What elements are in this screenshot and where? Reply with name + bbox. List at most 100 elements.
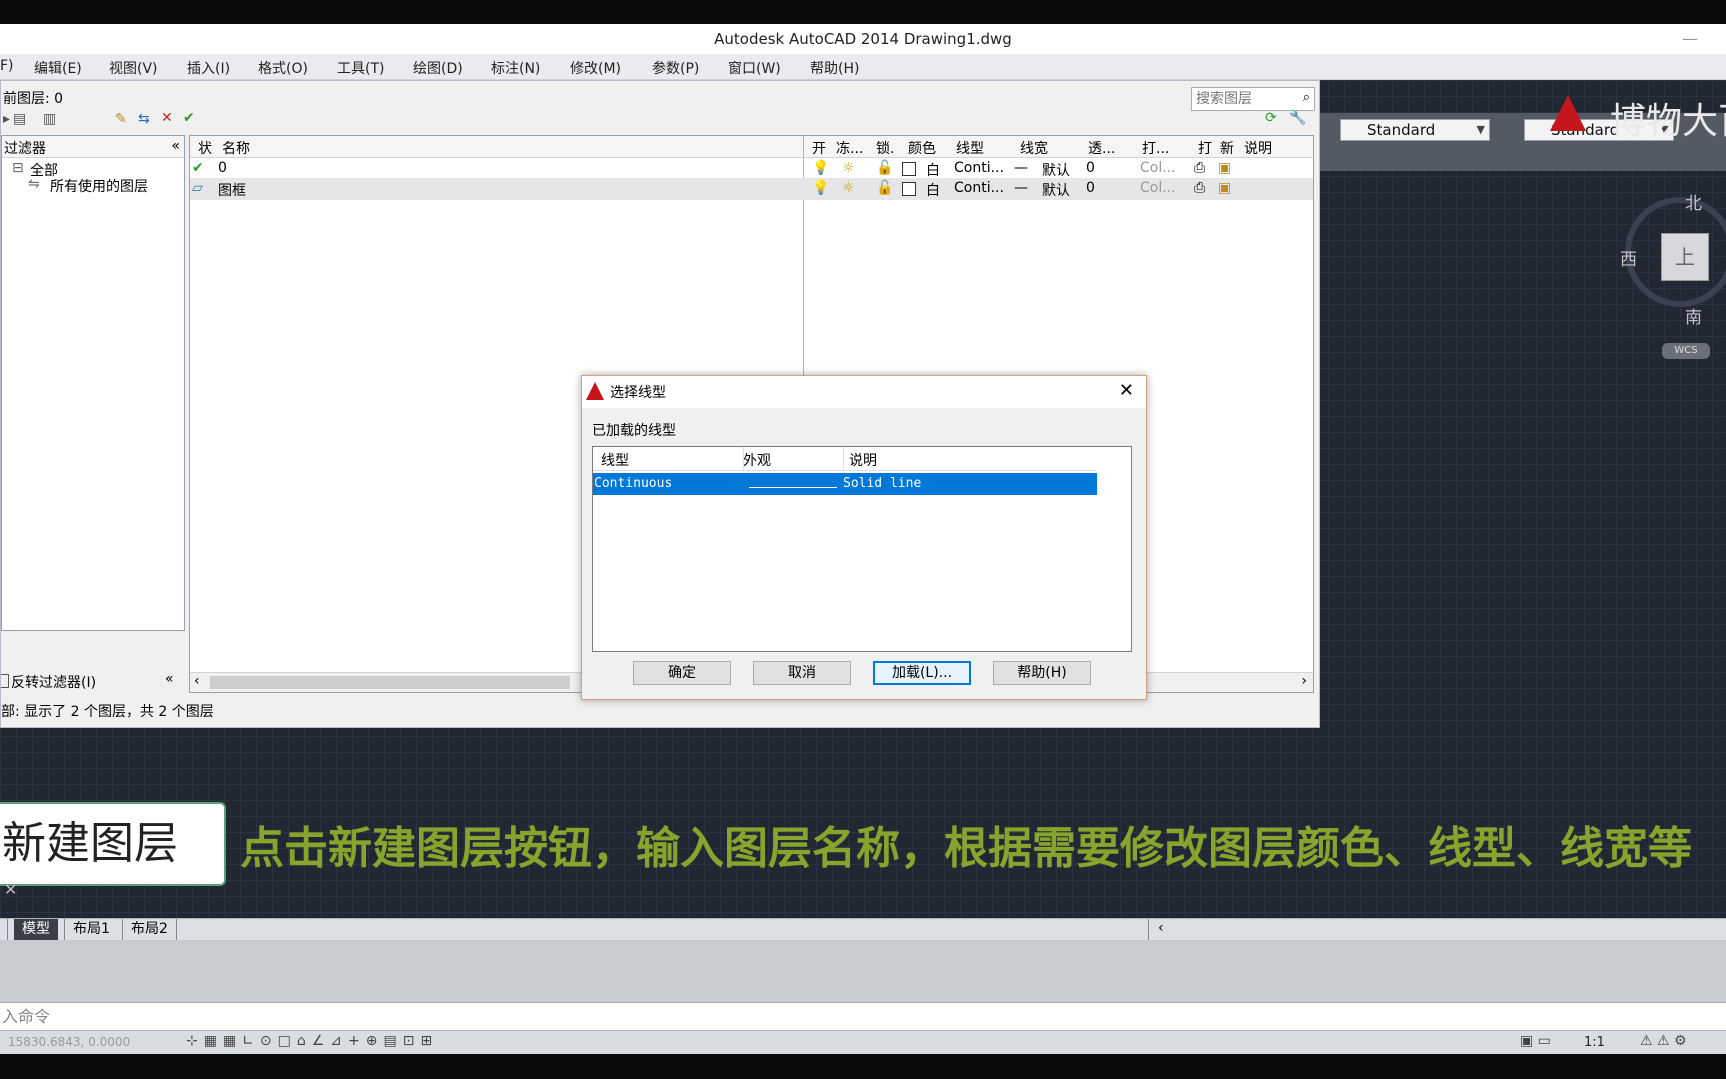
compass-west: 西	[1620, 250, 1637, 270]
layer-name[interactable]: 图框	[218, 180, 246, 200]
menu-help[interactable]: 帮助(H)	[810, 58, 859, 78]
sun-icon[interactable]: ☼	[842, 180, 855, 196]
new-layer-icon[interactable]: ✎	[115, 111, 127, 127]
refresh-icon[interactable]: ⟳	[1265, 110, 1277, 126]
menu-file[interactable]: F)	[0, 58, 14, 74]
color-swatch[interactable]	[902, 162, 916, 176]
col-lineweight[interactable]: 线宽	[1020, 138, 1048, 158]
layer-lineweight[interactable]: 默认	[1042, 180, 1070, 200]
ok-button[interactable]: 确定	[633, 661, 731, 685]
settings-icon[interactable]: 🔧	[1289, 110, 1306, 126]
color-swatch[interactable]	[902, 182, 916, 196]
viewcube[interactable]: 上 北 西 南	[1620, 194, 1726, 328]
command-prompt: 入命令	[2, 1007, 51, 1026]
layer-linetype[interactable]: Conti...	[954, 160, 1004, 176]
menu-parameters[interactable]: 参数(P)	[652, 58, 699, 78]
filter-item-used[interactable]: ⇋ 所有使用的图层	[2, 174, 184, 196]
menu-format[interactable]: 格式(O)	[258, 58, 308, 78]
linetype-list[interactable]: 线型 外观 说明 Continuous Solid line	[592, 446, 1132, 652]
layer-transparency[interactable]: 0	[1086, 180, 1095, 196]
new-vp-freeze-icon[interactable]: ▣	[1218, 160, 1231, 176]
layer-status-text: 部: 显示了 2 个图层，共 2 个图层	[1, 704, 214, 720]
unlock-icon[interactable]: 🔓	[876, 180, 893, 196]
col-lock[interactable]: 锁.	[876, 138, 894, 158]
col-description[interactable]: 说明	[849, 450, 877, 470]
command-history-area	[0, 940, 1726, 1002]
new-vp-freeze-icon[interactable]: ▣	[1218, 180, 1231, 196]
layer-states-icon[interactable]: ▥	[43, 111, 56, 127]
layer-name[interactable]: 0	[218, 160, 227, 176]
workspace-icons[interactable]: ⚠ ⚠ ⚙	[1640, 1033, 1687, 1049]
scroll-left-icon[interactable]: ‹	[194, 673, 200, 689]
layer-row-0[interactable]: ✔ 0 💡 ☼ 🔓 白 Conti... — 默认 0 Col... ⎙ ▣	[190, 158, 1313, 180]
linetype-list-header: 线型 外观 说明	[593, 447, 1097, 471]
menu-edit[interactable]: 编辑(E)	[34, 58, 82, 78]
col-plot-style[interactable]: 打...	[1142, 138, 1169, 158]
menu-modify[interactable]: 修改(M)	[570, 58, 621, 78]
new-property-filter-icon[interactable]: ▸	[3, 111, 10, 127]
tab-model[interactable]: 模型	[14, 919, 58, 940]
layer-search-input[interactable]	[1192, 88, 1292, 110]
layer-list-header: 状 名称 开 冻... 锁. 颜色 线型 线宽 透... 打... 打 新 说明	[190, 136, 1313, 158]
col-appearance[interactable]: 外观	[743, 450, 771, 470]
menu-view[interactable]: 视图(V)	[109, 58, 158, 78]
close-icon[interactable]: ✕	[1119, 380, 1134, 401]
tab-nav[interactable]	[0, 919, 8, 940]
drafting-toggles-icon[interactable]: ⊹▦▦∟⊙□⌂∠⊿+⊕▤⊡⊞	[186, 1033, 438, 1049]
col-transparency[interactable]: 透...	[1088, 138, 1115, 158]
lightbulb-on-icon[interactable]: 💡	[812, 160, 829, 176]
col-linetype[interactable]: 线型	[956, 138, 984, 158]
minimize-button[interactable]: —	[1682, 24, 1698, 54]
layer-color[interactable]: 白	[926, 160, 940, 180]
col-on[interactable]: 开	[812, 138, 826, 158]
scroll-right-icon[interactable]: ›	[1301, 673, 1307, 689]
layer-linetype[interactable]: Conti...	[954, 180, 1004, 196]
collapse-icon[interactable]: «	[165, 671, 174, 687]
wcs-menu[interactable]: WCS	[1662, 343, 1710, 359]
printer-icon[interactable]: ⎙	[1194, 160, 1205, 176]
layer-lineweight[interactable]: 默认	[1042, 160, 1070, 180]
annotation-scale[interactable]: 1:1	[1584, 1035, 1605, 1050]
new-group-filter-icon[interactable]: ▤	[13, 111, 26, 127]
sun-icon[interactable]: ☼	[842, 160, 855, 176]
layer-row-1[interactable]: ▱ 图框 💡 ☼ 🔓 白 Conti... — 默认 0 Col... ⎙ ▣	[190, 178, 1313, 200]
collapse-icon[interactable]: «	[171, 138, 180, 154]
col-plot[interactable]: 打	[1198, 138, 1212, 158]
text-style-combo[interactable]: Standard ▼	[1340, 119, 1490, 141]
unlock-icon[interactable]: 🔓	[876, 160, 893, 176]
menu-tools[interactable]: 工具(T)	[337, 58, 384, 78]
layer-color[interactable]: 白	[926, 180, 940, 200]
linetype-row-continuous[interactable]: Continuous Solid line	[593, 473, 1097, 495]
help-button[interactable]: 帮助(H)	[993, 661, 1091, 685]
tab-layout1[interactable]: 布局1	[64, 919, 118, 940]
layer-transparency[interactable]: 0	[1086, 160, 1095, 176]
invert-filter-checkbox[interactable]	[1, 674, 9, 688]
viewport-icons[interactable]: ▣ ▭	[1520, 1033, 1551, 1049]
close-icon[interactable]: ✕	[4, 880, 17, 899]
col-freeze[interactable]: 冻...	[836, 138, 863, 158]
scroll-thumb[interactable]	[210, 676, 570, 689]
menu-window[interactable]: 窗口(W)	[728, 58, 781, 78]
menu-draw[interactable]: 绘图(D)	[413, 58, 463, 78]
printer-icon[interactable]: ⎙	[1194, 180, 1205, 196]
col-name[interactable]: 名称	[222, 138, 250, 158]
col-new-vp-freeze[interactable]: 新	[1220, 138, 1234, 158]
command-line[interactable]: 入命令	[0, 1002, 1726, 1030]
viewcube-top-face[interactable]: 上	[1661, 233, 1709, 281]
scroll-left-icon[interactable]: ‹	[1158, 920, 1164, 936]
col-status[interactable]: 状	[198, 138, 212, 158]
menu-insert[interactable]: 插入(I)	[187, 58, 230, 78]
col-color[interactable]: 颜色	[908, 138, 936, 158]
col-description[interactable]: 说明	[1244, 138, 1272, 158]
menu-dimension[interactable]: 标注(N)	[491, 58, 540, 78]
new-layer-vp-frozen-icon[interactable]: ⇆	[138, 111, 150, 127]
load-button[interactable]: 加载(L)...	[873, 661, 971, 685]
delete-layer-icon[interactable]: ✕	[161, 110, 173, 126]
set-current-icon[interactable]: ✔	[183, 110, 195, 126]
layer-search-box[interactable]: ⌕	[1191, 87, 1315, 111]
lightbulb-on-icon[interactable]: 💡	[812, 180, 829, 196]
col-linetype[interactable]: 线型	[601, 450, 629, 470]
tab-layout2[interactable]: 布局2	[122, 919, 177, 940]
cancel-button[interactable]: 取消	[753, 661, 851, 685]
linetype-name: Continuous	[594, 476, 673, 491]
